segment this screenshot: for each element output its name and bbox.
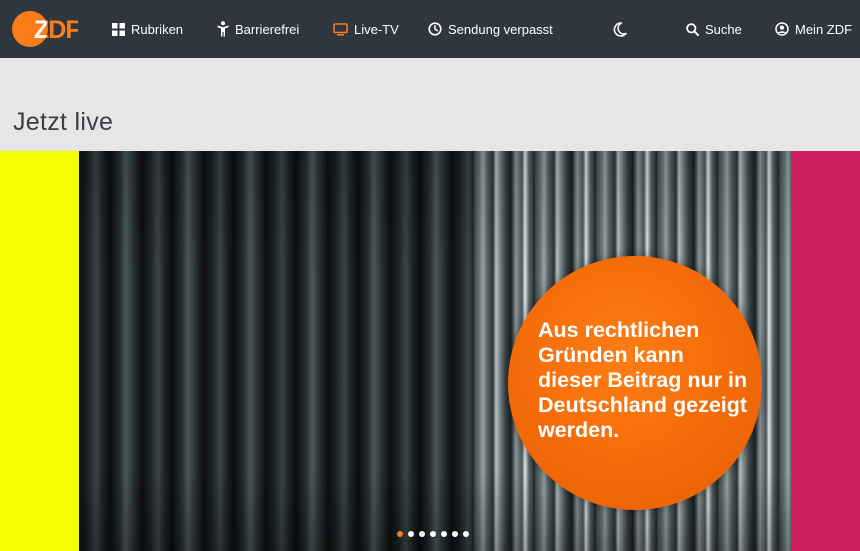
zdf-logo[interactable]: ZDF ZDF [12,11,81,47]
moon-icon [613,21,627,37]
carousel-dot[interactable] [419,531,425,537]
next-channel-preview[interactable] [791,151,860,551]
account-button[interactable]: Mein ZDF [775,0,852,58]
theme-toggle-button[interactable] [613,0,633,58]
grid-icon [112,22,125,36]
geoblock-message: Aus rechtlichen Gründen kann dieser Beit… [538,318,748,442]
previous-channel-preview[interactable] [0,151,79,551]
carousel-dot[interactable] [408,531,414,537]
nav-item-sendung-verpasst[interactable]: Sendung verpasst [428,0,553,58]
carousel-dot[interactable] [441,531,447,537]
nav-item-live-tv[interactable]: Live-TV [333,0,399,58]
carousel-pagination [397,531,469,541]
carousel-dot[interactable] [463,531,469,537]
carousel-dot[interactable] [452,531,458,537]
search-label: Suche [705,21,742,37]
user-icon [775,22,789,36]
page-title: Jetzt live [13,108,114,136]
search-button[interactable]: Suche [686,0,742,58]
tv-icon [333,22,348,36]
carousel-dot[interactable] [397,531,403,537]
accessibility-icon [217,21,229,37]
carousel-dot[interactable] [430,531,436,537]
nav-item-rubriken[interactable]: Rubriken [112,0,183,58]
nav-label: Sendung verpasst [448,21,553,37]
nav-label: Rubriken [131,21,184,37]
nav-item-barrierefrei[interactable]: Barrierefrei [217,0,299,58]
search-icon [686,22,699,36]
nav-label: Barrierefrei [235,21,300,37]
clock-icon [428,22,442,36]
account-label: Mein ZDF [795,21,853,37]
top-navigation-bar: ZDF ZDF Rubriken Barrierefrei Live-TV Se… [0,0,860,58]
nav-label: Live-TV [354,21,399,37]
